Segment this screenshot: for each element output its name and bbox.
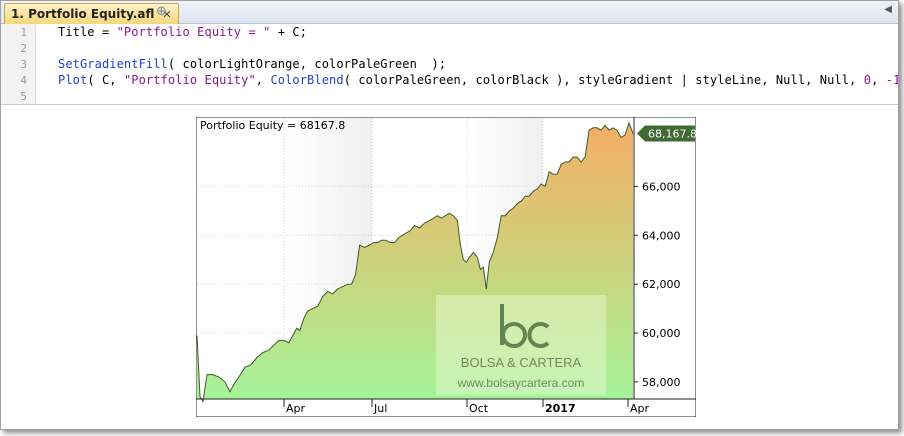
code-token: , <box>871 73 886 87</box>
code-line[interactable]: Plot( C, "Portfolio Equity", ColorBlend(… <box>58 73 899 87</box>
x-tick-label: Apr <box>286 402 306 415</box>
x-tick-label: 2017 <box>545 402 576 415</box>
last-value-badge: 68,167.8 <box>637 125 696 142</box>
code-token: ( colorPaleGreen, colorBlack ), styleGra… <box>343 73 864 87</box>
y-tick-label: 66,000 <box>642 180 681 193</box>
code-token: Plot <box>58 73 88 87</box>
y-tick-label: 58,000 <box>642 376 681 389</box>
code-token: -1 <box>885 73 899 87</box>
code-token: = <box>94 25 117 39</box>
last-value-label: 68,167.8 <box>648 127 696 140</box>
line-number: 1 <box>20 26 27 39</box>
code-token: 0 <box>863 73 872 87</box>
code-token: Title <box>58 25 95 39</box>
line-number: 3 <box>20 58 27 71</box>
code-token: ( colorLightOrange, colorPaleGreen ); <box>167 57 447 71</box>
watermark-url: www.bolsaycartera.com <box>457 376 585 390</box>
code-token: SetGradientFill <box>58 57 168 71</box>
watermark: BOLSA & CARTERA www.bolsaycartera.com <box>436 295 606 395</box>
line-number: 4 <box>20 74 27 87</box>
code-token: ( C, <box>87 73 124 87</box>
code-token: ColorBlend <box>270 73 344 87</box>
code-token: + C; <box>270 25 308 39</box>
y-tick-label: 60,000 <box>642 327 681 340</box>
watermark-brand: BOLSA & CARTERA <box>461 355 582 370</box>
x-tick-label: Jul <box>373 402 387 415</box>
tab-label: 1. Portfolio Equity.afl <box>11 7 155 21</box>
line-number: 2 <box>20 42 27 55</box>
equity-chart[interactable]: BOLSA & CARTERA www.bolsaycartera.com 58… <box>196 117 696 417</box>
line-number-gutter: 1 2 3 4 5 <box>1 24 36 104</box>
code-editor-window: 1. Portfolio Equity.afl ✕ ⊕ ◀ 1 2 3 4 5 … <box>0 0 899 430</box>
y-tick-label: 62,000 <box>642 278 681 291</box>
x-tick-label: Apr <box>630 402 650 415</box>
code-line[interactable]: Title = "Portfolio Equity = " + C; <box>58 25 307 39</box>
y-tick-label: 64,000 <box>642 229 681 242</box>
tab-bar: 1. Portfolio Equity.afl ✕ ⊕ ◀ <box>1 1 898 24</box>
code-token: , <box>255 73 271 87</box>
chevron-down-icon[interactable]: ◀ <box>884 4 892 15</box>
tab-portfolio-equity[interactable]: 1. Portfolio Equity.afl ✕ <box>4 3 179 24</box>
chart-title: Portfolio Equity = 68167.8 <box>200 119 345 132</box>
code-editor: 1 2 3 4 5 Title = "Portfolio Equity = " … <box>1 24 898 105</box>
x-tick-label: Oct <box>469 402 489 415</box>
line-number: 5 <box>20 90 27 103</box>
plus-icon[interactable]: ⊕ <box>156 4 167 19</box>
code-line[interactable]: SetGradientFill( colorLightOrange, color… <box>58 57 446 71</box>
code-token: "Portfolio Equity" <box>123 73 256 87</box>
code-token: "Portfolio Equity = " <box>116 25 271 39</box>
